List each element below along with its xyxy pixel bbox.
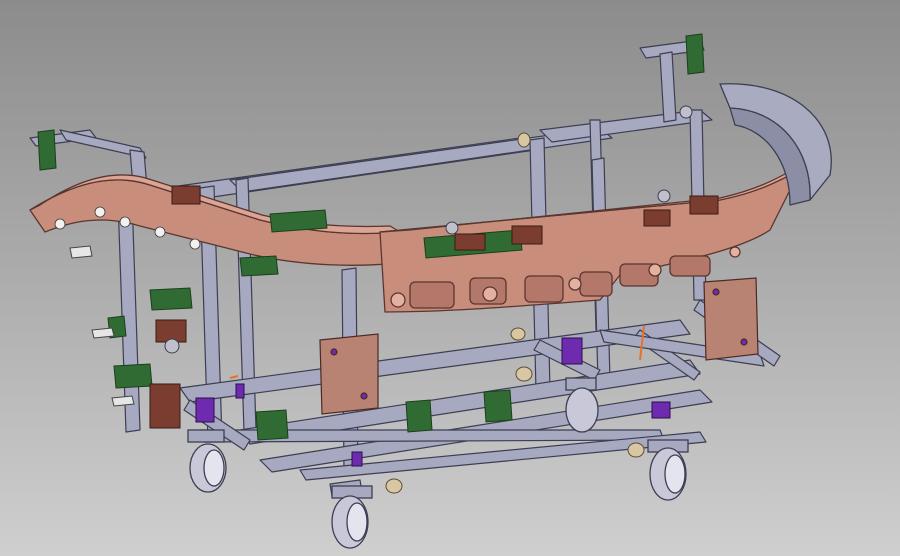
wheel-front-mid	[331, 485, 373, 549]
wheel-rear-mid	[565, 377, 599, 433]
fixture-assembly-model[interactable]	[0, 0, 900, 556]
wheel-front-left	[187, 429, 227, 493]
cad-viewport[interactable]	[0, 0, 900, 556]
wheel-rear-right	[647, 439, 689, 501]
